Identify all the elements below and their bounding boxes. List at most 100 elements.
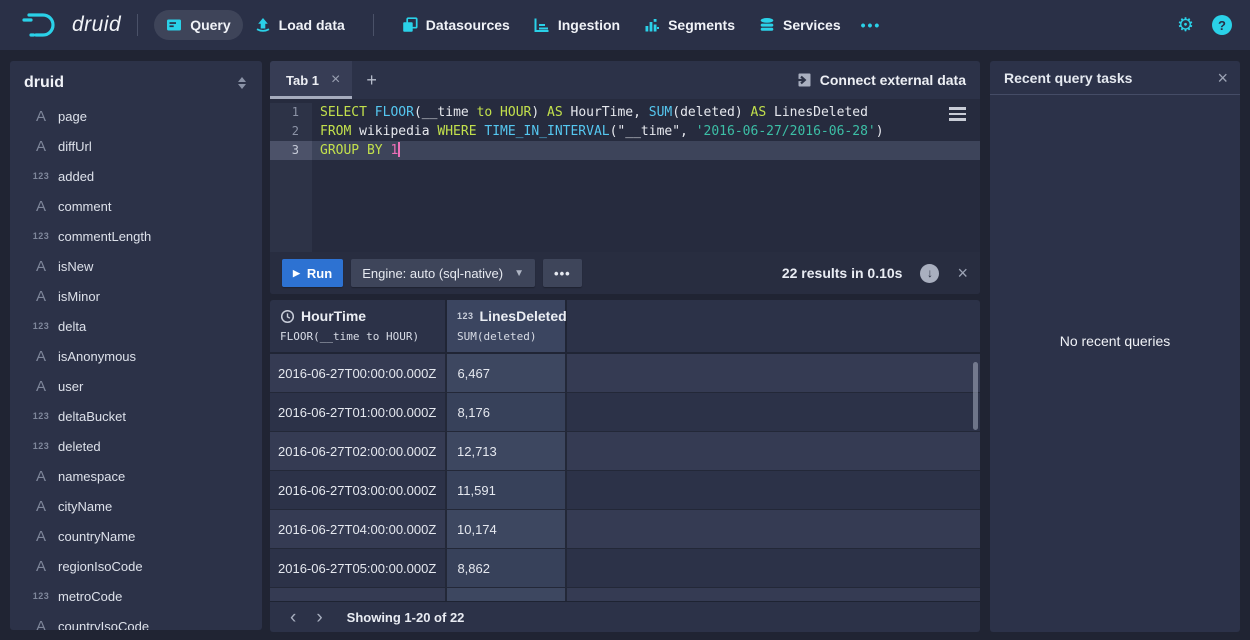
close-results-icon[interactable]: × bbox=[957, 264, 968, 282]
sidebar-column-countryName[interactable]: AcountryName bbox=[10, 521, 262, 551]
table-row: 2016-06-27T03:00:00.000Z11,591 bbox=[270, 471, 980, 510]
cell-hourtime[interactable]: 2016-06-27T01:00:00.000Z bbox=[270, 393, 447, 431]
sidebar-column-isMinor[interactable]: AisMinor bbox=[10, 281, 262, 311]
string-type-icon: A bbox=[24, 288, 58, 305]
schema-sidebar: druid ApageAdiffUrl123addedAcomment123co… bbox=[10, 61, 262, 630]
number-type-icon: 123 bbox=[457, 311, 474, 321]
number-type-icon: 123 bbox=[24, 591, 58, 601]
table-row: 2016-06-27T00:00:00.000Z6,467 bbox=[270, 354, 980, 393]
editor-line-3[interactable]: 3GROUP BY 1 bbox=[270, 141, 980, 160]
vertical-scrollbar[interactable] bbox=[973, 362, 978, 430]
nav-item-segments[interactable]: Segments bbox=[632, 10, 747, 40]
sql-editor[interactable]: 1SELECT FLOOR(__time to HOUR) AS HourTim… bbox=[270, 99, 980, 252]
navbar-more-button[interactable]: ••• bbox=[853, 17, 890, 33]
help-icon[interactable]: ? bbox=[1212, 15, 1232, 35]
prev-page-icon[interactable]: ‹ bbox=[280, 608, 306, 627]
sidebar-header: druid bbox=[10, 61, 262, 101]
sidebar-column-user[interactable]: Auser bbox=[10, 371, 262, 401]
cell-linesdeleted[interactable]: 6,467 bbox=[447, 354, 567, 392]
connect-external-data-icon bbox=[794, 72, 811, 88]
cell-hourtime[interactable]: 2016-06-27T04:00:00.000Z bbox=[270, 510, 447, 548]
sidebar-column-page[interactable]: Apage bbox=[10, 101, 262, 131]
druid-logo-icon bbox=[22, 11, 62, 39]
string-type-icon: A bbox=[24, 378, 58, 395]
string-type-icon: A bbox=[24, 198, 58, 215]
nav-item-ingestion[interactable]: Ingestion bbox=[522, 10, 632, 40]
line-number: 3 bbox=[270, 141, 312, 160]
cell-linesdeleted[interactable]: 10,174 bbox=[447, 510, 567, 548]
editor-line-1[interactable]: 1SELECT FLOOR(__time to HOUR) AS HourTim… bbox=[270, 103, 980, 122]
segments-icon bbox=[644, 17, 660, 33]
sidebar-column-namespace[interactable]: Anamespace bbox=[10, 461, 262, 491]
gear-icon[interactable]: ⚙ bbox=[1177, 16, 1194, 35]
sidebar-column-commentLength[interactable]: 123commentLength bbox=[10, 221, 262, 251]
cell-hourtime[interactable]: 2016-06-27T05:00:00.000Z bbox=[270, 549, 447, 587]
editor-line-2[interactable]: 2FROM wikipedia WHERE TIME_IN_INTERVAL("… bbox=[270, 122, 980, 141]
datasource-title[interactable]: druid bbox=[24, 74, 64, 92]
engine-select[interactable]: Engine: auto (sql-native) ▼ bbox=[351, 259, 535, 287]
upload-icon bbox=[255, 17, 271, 33]
cell-linesdeleted[interactable]: 8,862 bbox=[447, 549, 567, 587]
nav-item-load-data[interactable]: Load data bbox=[243, 10, 357, 40]
nav-item-services[interactable]: Services bbox=[747, 10, 853, 40]
number-type-icon: 123 bbox=[24, 411, 58, 421]
pagination-label: Showing 1-20 of 22 bbox=[347, 610, 465, 625]
sidebar-column-delta[interactable]: 123delta bbox=[10, 311, 262, 341]
sidebar-column-metroCode[interactable]: 123metroCode bbox=[10, 581, 262, 611]
sort-icon[interactable] bbox=[236, 75, 248, 91]
sidebar-column-added[interactable]: 123added bbox=[10, 161, 262, 191]
nav-item-query[interactable]: Query bbox=[154, 10, 242, 40]
string-type-icon: A bbox=[24, 468, 58, 485]
console-icon bbox=[166, 17, 182, 33]
brand[interactable]: druid bbox=[22, 11, 121, 39]
query-more-button[interactable]: ••• bbox=[543, 259, 582, 287]
clock-icon bbox=[280, 309, 295, 324]
string-type-icon: A bbox=[24, 108, 58, 125]
navbar-menu: QueryLoad data DatasourcesIngestionSegmen… bbox=[154, 0, 852, 50]
column-header-hourtime[interactable]: HourTime FLOOR(__time to HOUR) bbox=[270, 300, 447, 352]
sidebar-column-diffUrl[interactable]: AdiffUrl bbox=[10, 131, 262, 161]
string-type-icon: A bbox=[24, 528, 58, 545]
sidebar-column-comment[interactable]: Acomment bbox=[10, 191, 262, 221]
column-list: ApageAdiffUrl123addedAcomment123commentL… bbox=[10, 101, 262, 630]
sidebar-column-regionIsoCode[interactable]: AregionIsoCode bbox=[10, 551, 262, 581]
connect-external-data-button[interactable]: Connect external data bbox=[780, 61, 980, 99]
tasks-panel-header: Recent query tasks × bbox=[990, 61, 1240, 95]
chevron-down-icon: ▼ bbox=[514, 268, 524, 279]
tab-bar: Tab 1 × + Connect external data bbox=[270, 61, 980, 99]
next-page-icon[interactable]: › bbox=[306, 608, 332, 627]
sidebar-column-isAnonymous[interactable]: AisAnonymous bbox=[10, 341, 262, 371]
nav-item-datasources[interactable]: Datasources bbox=[390, 10, 522, 40]
sidebar-column-deleted[interactable]: 123deleted bbox=[10, 431, 262, 461]
download-icon[interactable]: ↓ bbox=[920, 264, 939, 283]
tasks-panel-title: Recent query tasks bbox=[1004, 70, 1132, 86]
column-header-linesdeleted[interactable]: 123 LinesDeleted SUM(deleted) bbox=[447, 300, 567, 352]
cell-hourtime[interactable]: 2016-06-27T00:00:00.000Z bbox=[270, 354, 447, 392]
tab-close-icon[interactable]: × bbox=[331, 72, 340, 88]
cell-hourtime[interactable]: 2016-06-27T02:00:00.000Z bbox=[270, 432, 447, 470]
cell-linesdeleted[interactable]: 12,713 bbox=[447, 432, 567, 470]
new-tab-button[interactable]: + bbox=[352, 61, 391, 99]
sidebar-column-countryIsoCode[interactable]: AcountryIsoCode bbox=[10, 611, 262, 630]
string-type-icon: A bbox=[24, 558, 58, 575]
play-icon: ▶ bbox=[293, 268, 300, 279]
sidebar-column-cityName[interactable]: AcityName bbox=[10, 491, 262, 521]
cell-linesdeleted[interactable]: 11,591 bbox=[447, 471, 567, 509]
datasources-icon bbox=[402, 17, 418, 33]
table-row: 2016-06-27T02:00:00.000Z12,713 bbox=[270, 432, 980, 471]
editor-menu-icon[interactable] bbox=[949, 107, 966, 121]
line-number: 1 bbox=[270, 103, 312, 122]
run-bar: ▶ Run Engine: auto (sql-native) ▼ ••• 22… bbox=[270, 252, 980, 294]
cell-linesdeleted[interactable]: 8,176 bbox=[447, 393, 567, 431]
result-status: 22 results in 0.10s bbox=[782, 265, 903, 281]
cell-hourtime[interactable]: 2016-06-27T03:00:00.000Z bbox=[270, 471, 447, 509]
results-pagination: ‹ › Showing 1-20 of 22 bbox=[270, 601, 980, 632]
close-tasks-panel-icon[interactable]: × bbox=[1217, 69, 1228, 87]
run-button[interactable]: ▶ Run bbox=[282, 259, 343, 287]
sidebar-column-isNew[interactable]: AisNew bbox=[10, 251, 262, 281]
tasks-empty-message: No recent queries bbox=[1060, 333, 1171, 349]
tab-tab1[interactable]: Tab 1 × bbox=[270, 61, 352, 99]
navbar-divider bbox=[137, 14, 138, 36]
connect-external-data-label: Connect external data bbox=[820, 72, 966, 88]
sidebar-column-deltaBucket[interactable]: 123deltaBucket bbox=[10, 401, 262, 431]
